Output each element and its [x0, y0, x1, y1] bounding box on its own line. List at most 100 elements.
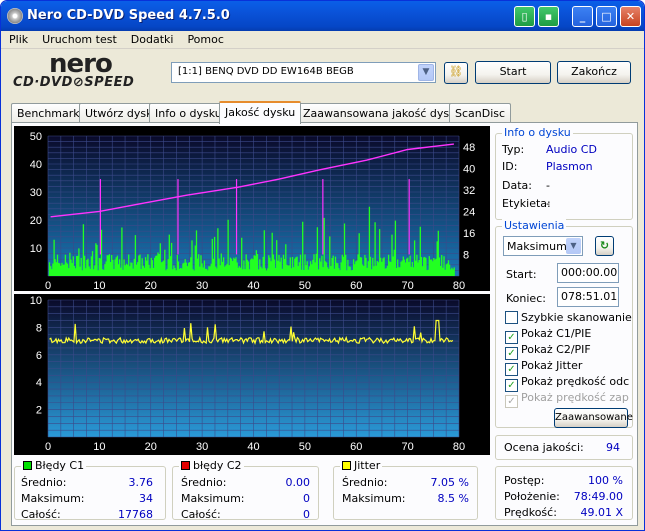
- checkbox-empty-icon: [505, 311, 518, 324]
- x-tick: 30: [196, 280, 208, 291]
- type-value: Audio CD: [546, 143, 597, 156]
- chain-icon: ⛓: [449, 65, 463, 78]
- label-label: Etykieta:: [502, 197, 551, 210]
- c2-stats-group: błędy C2 Średnio: 0.00 Maksimum: 0 Całoś…: [172, 459, 319, 521]
- tab-scandisc[interactable]: ScanDisc: [449, 103, 512, 123]
- drive-select[interactable]: [1:1] BENQ DVD DD EW164B BEGB ▼: [171, 62, 436, 83]
- y-tick-left: 40: [30, 159, 42, 171]
- show-read-speed-checkbox[interactable]: ✓Pokaż prędkość odczytu: [505, 375, 629, 392]
- show-c1-checkbox[interactable]: ✓ Pokaż C1/PIE: [505, 327, 591, 344]
- disc-info-legend: Info o dysku: [502, 126, 573, 139]
- x-tick: 80: [453, 441, 465, 453]
- save-disk-icon[interactable]: ▪: [538, 6, 559, 27]
- y-tick: 2: [36, 405, 42, 417]
- end-input[interactable]: 078:51.01: [557, 287, 619, 307]
- yellow-square-icon: [342, 461, 351, 470]
- maximize-button[interactable]: □: [596, 6, 617, 27]
- label-value: -: [546, 197, 550, 210]
- checkmark-icon: ✓: [505, 395, 518, 408]
- c1-avg-value: 3.76: [128, 476, 154, 489]
- menu-file[interactable]: Plik: [1, 31, 34, 46]
- type-label: Typ:: [502, 143, 525, 156]
- y-tick: 10: [30, 295, 42, 307]
- y-tick-right: 48: [463, 142, 475, 154]
- c2-total-value: 0: [303, 508, 310, 521]
- start-label: Start:: [506, 268, 537, 281]
- tab-advanced-quality[interactable]: Zaawansowana jakość dysku: [297, 103, 469, 123]
- x-tick: 50: [299, 441, 311, 453]
- y-tick: 4: [36, 377, 42, 389]
- x-tick: 40: [247, 280, 259, 291]
- y-tick-left: 20: [30, 215, 42, 227]
- start-button[interactable]: Start: [475, 61, 551, 84]
- minimize-button[interactable]: _: [572, 6, 593, 27]
- c2-total-label: Całość:: [181, 508, 221, 521]
- start-input[interactable]: 000:00.00: [557, 263, 619, 283]
- progress-label: Postęp:: [504, 474, 545, 487]
- y-tick-right: 32: [463, 185, 475, 197]
- show-c1-label: Pokaż C1/PIE: [521, 327, 592, 340]
- speed-label: Prędkość:: [504, 506, 557, 519]
- jitter-chart-svg: 2 4 6 8 10 0 10 20 30 40 50 60 70 80: [30, 295, 465, 453]
- x-tick: 20: [145, 441, 157, 453]
- show-read-speed-label: Pokaż prędkość odczytu: [521, 375, 629, 388]
- quality-label: Ocena jakości:: [504, 441, 584, 454]
- jitter-max-label: Maksimum:: [342, 492, 406, 505]
- show-jitter-checkbox[interactable]: ✓ Pokaż Jitter: [505, 359, 582, 376]
- window-title: Nero CD-DVD Speed 4.7.5.0: [27, 8, 230, 23]
- quick-scan-checkbox[interactable]: Szybkie skanowanie: [505, 311, 632, 324]
- menu-run-test[interactable]: Uruchom test: [34, 31, 123, 46]
- jitter-avg-label: Średnio:: [342, 476, 388, 489]
- advanced-button[interactable]: Zaawansowane: [554, 408, 633, 428]
- show-c2-checkbox[interactable]: ✓ Pokaż C2/PIF: [505, 343, 591, 360]
- tab-disc-info[interactable]: Info o dysku: [149, 103, 228, 123]
- show-write-speed-label: Pokaż prędkość zapisu: [521, 391, 629, 404]
- end-label: Koniec:: [506, 292, 546, 305]
- c2-legend: błędy C2: [179, 459, 244, 472]
- refresh-button[interactable]: ↻: [595, 236, 614, 256]
- green-square-icon: [23, 461, 32, 470]
- extra-green-icon[interactable]: ▯: [514, 6, 535, 27]
- show-write-speed-checkbox: ✓Pokaż prędkość zapisu: [505, 391, 629, 408]
- quality-score-group: Ocena jakości: 94: [495, 435, 633, 460]
- c1-max-value: 34: [139, 492, 153, 505]
- menu-bar: Plik Uruchom test Dodatki Pomoc: [1, 31, 644, 49]
- x-tick: 40: [247, 441, 259, 453]
- c2-max-value: 0: [303, 492, 310, 505]
- x-tick: 0: [45, 441, 51, 453]
- x-tick: 30: [196, 441, 208, 453]
- tab-disc-quality[interactable]: Jakość dysku: [219, 101, 302, 124]
- drive-select-value: [1:1] BENQ DVD DD EW164B BEGB: [178, 66, 354, 77]
- exit-button[interactable]: Zakończ: [557, 61, 631, 84]
- progress-group: Postęp: 100 % Położenie: 78:49.00 Prędko…: [495, 466, 633, 520]
- menu-extras[interactable]: Dodatki: [123, 31, 180, 46]
- position-value: 78:49.00: [573, 490, 623, 503]
- menu-help[interactable]: Pomoc: [179, 31, 229, 46]
- progress-value: 100 %: [588, 474, 623, 487]
- title-bar[interactable]: Nero CD-DVD Speed 4.7.5.0 ▯ ▪ _ □ ✕: [1, 1, 644, 31]
- y-tick-right: 8: [463, 249, 469, 261]
- jitter-legend: Jitter: [340, 459, 383, 472]
- close-button[interactable]: ✕: [620, 6, 641, 27]
- x-tick: 50: [299, 280, 311, 291]
- y-tick-left: 50: [30, 131, 42, 143]
- c2-legend-text: błędy C2: [193, 459, 242, 472]
- x-tick: 70: [402, 441, 414, 453]
- date-value: -: [546, 179, 550, 192]
- logo-speed-text: CD·DVD⊘SPEED: [13, 75, 135, 90]
- id-value: Plasmon: [546, 160, 593, 173]
- tab-benchmark[interactable]: Benchmark: [11, 103, 86, 123]
- chevron-down-icon[interactable]: ▼: [418, 64, 434, 81]
- refresh-drive-button[interactable]: ⛓: [444, 62, 468, 84]
- c1-total-label: Całość:: [21, 508, 61, 521]
- error-chart-svg: 10 20 30 40 50 8 16 24 32 40 48 0 10 20 30 40 50 60 70 80: [30, 131, 476, 292]
- app-window: Nero CD-DVD Speed 4.7.5.0 ▯ ▪ _ □ ✕ Plik…: [0, 0, 645, 531]
- x-tick: 10: [93, 280, 105, 291]
- tab-create-disc[interactable]: Utwórz dysk: [79, 103, 159, 123]
- speed-select[interactable]: Maksimum ▼: [503, 236, 583, 256]
- chevron-down-icon[interactable]: ▼: [566, 238, 581, 254]
- c1-avg-label: Średnio:: [21, 476, 67, 489]
- x-tick: 0: [45, 280, 51, 291]
- quality-panel: 10 20 30 40 50 8 16 24 32 40 48 0 10 20 30 40 50 60 70 80 2…: [11, 122, 638, 526]
- position-label: Położenie:: [504, 490, 560, 503]
